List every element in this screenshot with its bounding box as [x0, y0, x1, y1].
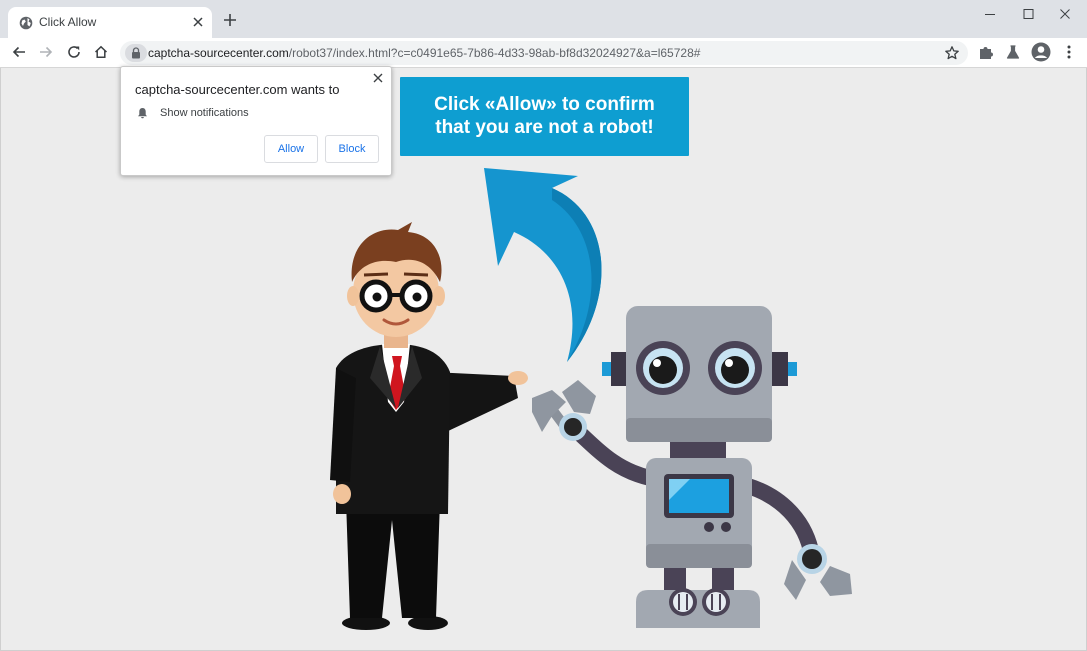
curved-arrow-icon [484, 168, 602, 362]
close-icon[interactable] [373, 73, 383, 83]
permission-label: Show notifications [160, 107, 249, 119]
banner-line-2: that you are not a robot! [435, 117, 654, 138]
banner-line-1: Click «Allow» to confirm [434, 94, 655, 115]
businessman-illustration [330, 222, 528, 630]
block-button[interactable]: Block [325, 135, 379, 163]
prompt-title: captcha-sourcecenter.com wants to [135, 82, 340, 97]
captcha-banner: Click «Allow» to confirm that you are no… [400, 77, 689, 156]
robot-illustration [532, 306, 852, 628]
bell-icon [138, 108, 147, 119]
notification-permission-prompt: captcha-sourcecenter.com wants to Show n… [120, 66, 392, 176]
allow-button[interactable]: Allow [264, 135, 318, 163]
